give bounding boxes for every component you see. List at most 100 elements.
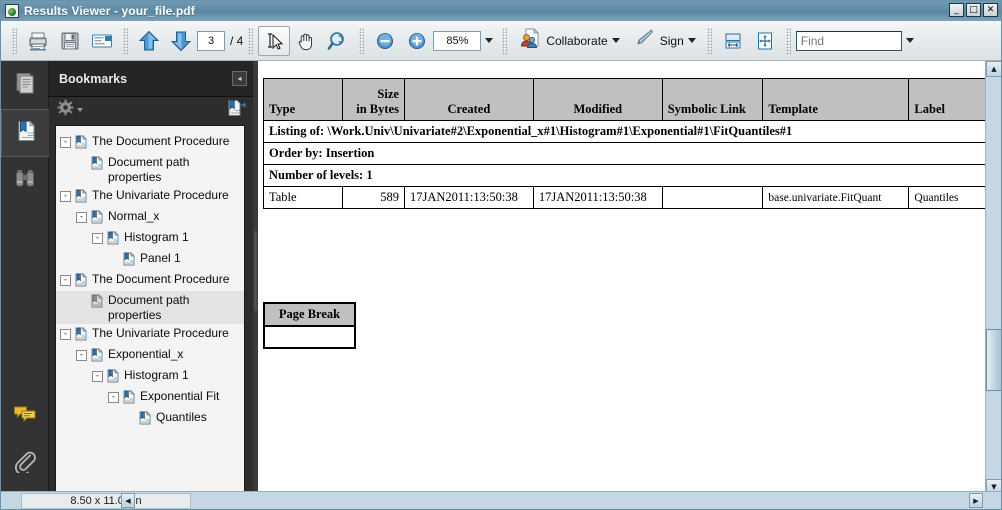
chevron-down-icon[interactable] bbox=[611, 38, 620, 43]
expand-collapse-toggle[interactable]: - bbox=[92, 371, 103, 382]
expand-collapse-toggle[interactable]: - bbox=[60, 329, 71, 340]
bookmark-item-icon bbox=[122, 252, 136, 269]
triangle-down-icon: ▼ bbox=[991, 482, 997, 491]
bookmark-item-icon bbox=[106, 369, 120, 386]
triangle-up-icon: ▲ bbox=[991, 64, 997, 73]
arrow-down-icon bbox=[169, 29, 193, 53]
sidebar-item-pages[interactable] bbox=[1, 61, 49, 109]
bookmarks-tree[interactable]: - The Document Procedure Document path pro… bbox=[55, 125, 245, 503]
listing-title: Listing of: \Work.Univ\Univariate#2\Expo… bbox=[263, 120, 985, 143]
fit-width-button[interactable] bbox=[717, 26, 749, 56]
bookmark-tree-item[interactable]: Document path properties bbox=[56, 291, 244, 324]
search-input[interactable] bbox=[795, 30, 902, 51]
column-header-type: Type bbox=[263, 78, 343, 121]
bookmark-tree-item[interactable]: Document path properties bbox=[56, 153, 244, 186]
collaborate-button[interactable]: Collaborate bbox=[512, 26, 625, 56]
zoom-in-button[interactable] bbox=[401, 26, 433, 56]
page-break-header: Page Break bbox=[263, 302, 356, 327]
expand-collapse-toggle[interactable]: - bbox=[60, 275, 71, 286]
print-button[interactable] bbox=[22, 26, 54, 56]
chevron-down-icon[interactable] bbox=[687, 38, 696, 43]
panel-title: Bookmarks bbox=[59, 71, 128, 86]
bookmark-tree-item[interactable]: - Histogram 1 bbox=[56, 228, 244, 249]
previous-page-button[interactable] bbox=[133, 26, 165, 56]
toolbar-gripper-2[interactable] bbox=[123, 27, 128, 54]
expand-collapse-toggle[interactable]: - bbox=[76, 212, 87, 223]
bookmark-tree-item[interactable]: Quantiles bbox=[56, 408, 244, 429]
pages-icon bbox=[12, 70, 38, 101]
magnifier-icon bbox=[326, 30, 350, 52]
column-header-symbolic-link: Symbolic Link bbox=[661, 78, 764, 121]
sidebar-item-search[interactable] bbox=[1, 157, 49, 205]
expand-collapse-toggle[interactable]: - bbox=[60, 137, 71, 148]
fit-page-button[interactable] bbox=[749, 26, 781, 56]
find-options-dropdown[interactable] bbox=[902, 38, 918, 43]
hscroll-right-button[interactable]: ▶ bbox=[969, 493, 983, 508]
workspace: Bookmarks ◂ - The Document Procedure Doc… bbox=[1, 61, 1001, 509]
hand-tool-button[interactable] bbox=[290, 26, 322, 56]
cell-symbolic-link bbox=[661, 186, 764, 209]
toolbar-gripper-4[interactable] bbox=[359, 27, 365, 54]
bookmark-item-icon bbox=[138, 411, 152, 428]
expand-collapse-toggle[interactable]: - bbox=[108, 392, 119, 403]
sidebar-item-bookmarks[interactable] bbox=[1, 109, 49, 157]
zoom-level-input[interactable] bbox=[433, 30, 482, 51]
page-break-header-row: Page Break bbox=[263, 302, 356, 327]
bookmark-tree-item[interactable]: Panel 1 bbox=[56, 249, 244, 270]
zoom-out-button[interactable] bbox=[369, 26, 401, 56]
marquee-zoom-button[interactable] bbox=[322, 26, 354, 56]
bookmark-item-label: Document path properties bbox=[108, 293, 190, 322]
email-document-icon bbox=[90, 30, 114, 52]
fit-page-icon bbox=[754, 30, 776, 52]
gear-icon bbox=[57, 99, 74, 121]
cell-size: 589 bbox=[341, 186, 405, 209]
vertical-scrollbar-thumb[interactable] bbox=[986, 329, 1001, 391]
bookmark-options-button[interactable] bbox=[57, 99, 83, 121]
bookmark-item-label: Exponential Fit bbox=[140, 389, 220, 403]
toolbar-gripper-6[interactable] bbox=[706, 27, 712, 54]
expand-collapse-toggle[interactable]: - bbox=[92, 233, 103, 244]
table-header-row: Type Size in Bytes Created Modified Symb… bbox=[263, 78, 985, 121]
save-button[interactable] bbox=[54, 26, 86, 56]
text-select-cursor-icon bbox=[263, 30, 285, 52]
pdf-document-icon bbox=[5, 4, 19, 18]
listing-orderby-row: Order by: Insertion bbox=[263, 142, 985, 165]
bookmark-tree-item[interactable]: - The Univariate Procedure bbox=[56, 324, 244, 345]
toolbar-gripper-5[interactable] bbox=[502, 27, 508, 54]
select-tool-button[interactable] bbox=[258, 25, 291, 56]
toolbar-gripper[interactable] bbox=[12, 27, 17, 54]
sidebar-item-attachments[interactable] bbox=[1, 439, 49, 487]
bookmark-tree-item[interactable]: - Normal_x bbox=[56, 207, 244, 228]
sidebar-item-comments[interactable] bbox=[1, 391, 49, 439]
minimize-button[interactable]: _ bbox=[949, 3, 964, 17]
close-button[interactable]: ✕ bbox=[983, 3, 998, 17]
email-button[interactable] bbox=[86, 26, 118, 56]
vertical-scrollbar[interactable]: ▲ ▼ bbox=[985, 61, 1001, 495]
column-header-size-line1: Size bbox=[377, 87, 399, 101]
bookmark-tree-item[interactable]: - The Document Procedure bbox=[56, 270, 244, 291]
bookmark-tree-item[interactable]: - Exponential_x bbox=[56, 345, 244, 366]
bookmark-item-label: The Document Procedure bbox=[92, 272, 230, 286]
toolbar-gripper-7[interactable] bbox=[785, 27, 791, 54]
page-number-input[interactable] bbox=[197, 30, 225, 51]
scroll-up-button[interactable]: ▲ bbox=[986, 61, 1001, 77]
maximize-button[interactable]: □ bbox=[966, 3, 981, 17]
bookmark-tree-item[interactable]: - Histogram 1 bbox=[56, 366, 244, 387]
bookmark-item-icon bbox=[122, 390, 136, 407]
next-page-button[interactable] bbox=[165, 26, 197, 56]
new-bookmark-button[interactable] bbox=[226, 99, 247, 122]
sign-button[interactable]: Sign bbox=[626, 26, 702, 56]
zoom-dropdown-button[interactable] bbox=[481, 38, 497, 43]
bookmark-tree-item[interactable]: - The Document Procedure bbox=[56, 132, 244, 153]
bookmark-tree-item[interactable]: - Exponential Fit bbox=[56, 387, 244, 408]
expand-collapse-toggle[interactable]: - bbox=[60, 191, 71, 202]
hscroll-left-button[interactable]: ◀ bbox=[121, 493, 135, 508]
expand-collapse-toggle[interactable]: - bbox=[76, 350, 87, 361]
bookmark-tree-item[interactable]: - The Univariate Procedure bbox=[56, 186, 244, 207]
page-total-label: / 4 bbox=[230, 33, 244, 48]
collapse-panel-button[interactable]: ◂ bbox=[232, 71, 247, 86]
hand-icon bbox=[295, 30, 317, 52]
toolbar-gripper-3[interactable] bbox=[248, 27, 254, 54]
